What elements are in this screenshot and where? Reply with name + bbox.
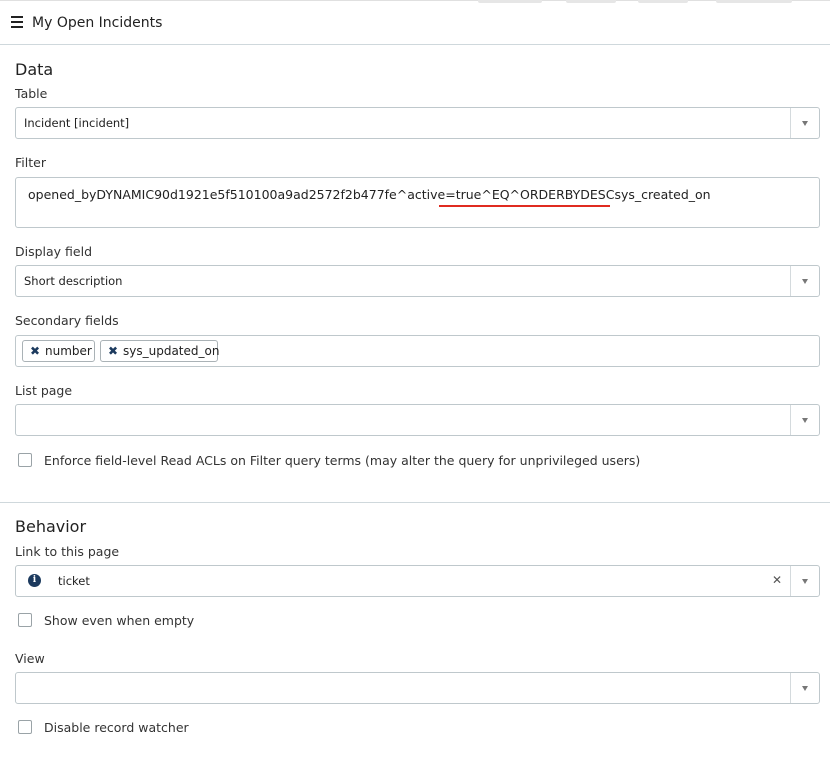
chevron-down-icon [802, 279, 808, 284]
offscreen-tab [566, 0, 616, 3]
offscreen-tab [638, 0, 688, 3]
list-page-select[interactable] [15, 404, 820, 436]
display-field-dropdown-button[interactable] [790, 266, 819, 296]
view-select[interactable] [15, 672, 820, 704]
list-page-dropdown-button[interactable] [790, 405, 819, 435]
secondary-fields-input[interactable]: ✖ number ✖ sys_updated_on [15, 335, 820, 367]
secondary-field-tag: ✖ number [22, 340, 95, 362]
secondary-field-tag-label: sys_updated_on [123, 344, 220, 358]
display-field-select[interactable]: Short description [15, 265, 820, 297]
table-select[interactable]: Incident [incident] [15, 107, 820, 139]
show-even-when-empty-checkbox[interactable] [18, 613, 32, 627]
offscreen-tab [716, 0, 792, 3]
secondary-field-tag-label: number [45, 344, 92, 358]
secondary-field-tag: ✖ sys_updated_on [100, 340, 220, 362]
list-page-label: List page [15, 383, 73, 398]
close-icon[interactable]: ✖ [30, 344, 40, 358]
filter-textarea[interactable]: opened_byDYNAMIC90d1921e5f510100a9ad2572… [15, 177, 820, 228]
display-field-label: Display field [15, 244, 93, 259]
table-label: Table [15, 86, 48, 101]
secondary-fields-label: Secondary fields [15, 313, 119, 328]
filter-label: Filter [15, 155, 46, 170]
enforce-acl-label: Enforce field-level Read ACLs on Filter … [44, 453, 641, 468]
link-to-page-value: ticket [58, 574, 90, 588]
view-dropdown-button[interactable] [790, 673, 819, 703]
filter-value: opened_byDYNAMIC90d1921e5f510100a9ad2572… [28, 187, 711, 202]
disable-record-watcher-label: Disable record watcher [44, 720, 189, 735]
view-label: View [15, 651, 45, 666]
table-select-value: Incident [incident] [24, 116, 130, 130]
section-title-data: Data [15, 60, 54, 79]
highlight-underline [439, 205, 610, 207]
disable-record-watcher-checkbox[interactable] [18, 720, 32, 734]
table-dropdown-button[interactable] [790, 108, 819, 138]
chevron-down-icon [802, 121, 808, 126]
panel-title: My Open Incidents [32, 15, 163, 31]
enforce-acl-checkbox[interactable] [18, 453, 32, 467]
section-divider [0, 502, 830, 503]
link-to-page-select[interactable]: i ticket ✕ [15, 565, 820, 597]
info-icon[interactable]: i [28, 574, 41, 587]
show-even-when-empty-label: Show even when empty [44, 613, 195, 628]
hamburger-icon[interactable] [11, 16, 23, 28]
display-field-value: Short description [24, 274, 123, 288]
link-to-page-dropdown-button[interactable] [790, 566, 819, 596]
link-to-page-label: Link to this page [15, 544, 120, 559]
close-icon[interactable]: ✕ [772, 573, 782, 587]
chevron-down-icon [802, 686, 808, 691]
panel-header: My Open Incidents [0, 0, 830, 45]
chevron-down-icon [802, 418, 808, 423]
close-icon[interactable]: ✖ [108, 344, 118, 358]
offscreen-tab [478, 0, 542, 3]
chevron-down-icon [802, 579, 808, 584]
section-title-behavior: Behavior [15, 517, 87, 536]
